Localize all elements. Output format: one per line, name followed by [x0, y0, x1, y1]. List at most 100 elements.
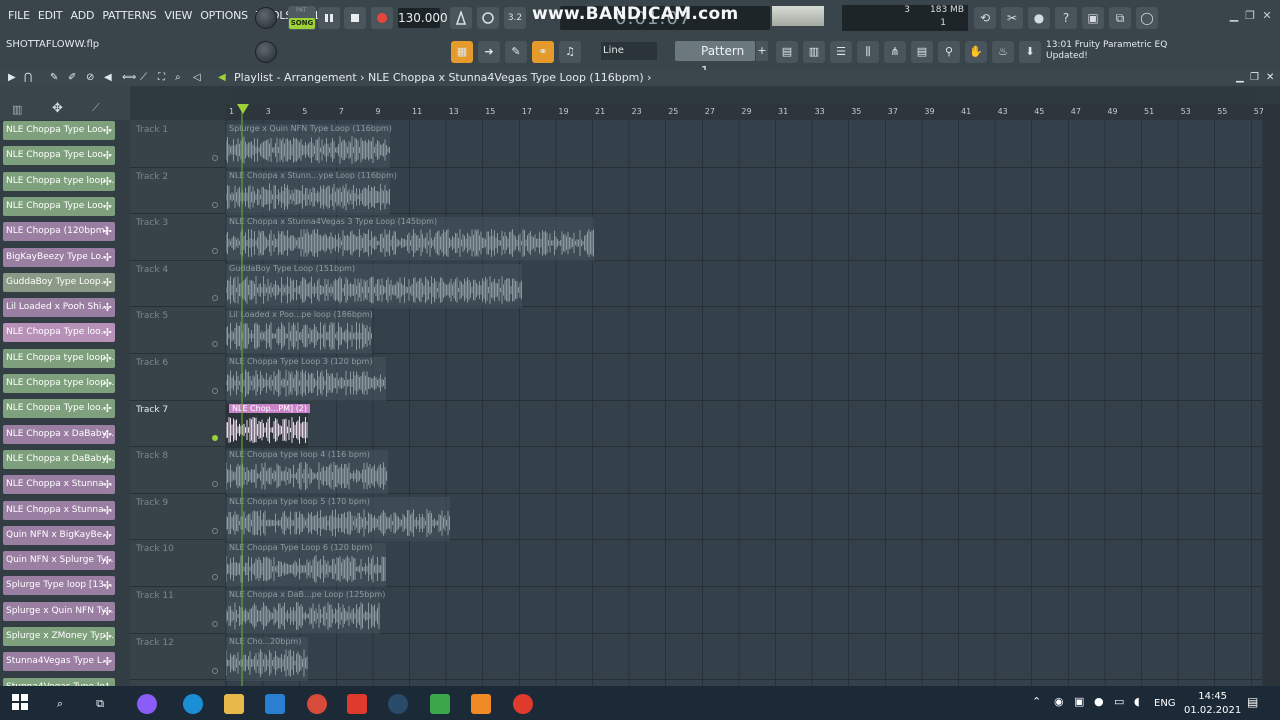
clip-list-item[interactable]: Splurge x ZMoney Typ... ✢ [3, 627, 115, 646]
draw-tool-icon[interactable]: ✎ [50, 72, 58, 83]
clip-list-item[interactable]: GuddaBoy Type Loop... ✢ [3, 272, 115, 292]
app-icon-1[interactable] [137, 694, 157, 714]
track-mute-toggle[interactable] [212, 388, 218, 394]
vertical-scrollbar[interactable] [1263, 104, 1280, 686]
mail-icon[interactable] [265, 694, 285, 714]
taskbar-search-button[interactable]: ⌕ [50, 694, 70, 714]
master-volume-knob[interactable] [255, 7, 277, 29]
audio-clip[interactable]: Lil Loaded x Poo...pe loop (186bpm) [226, 310, 373, 355]
slip-tool-icon[interactable]: ⟺ [122, 72, 136, 83]
microphone-button[interactable]: ● [1028, 7, 1050, 29]
restore-window-button[interactable]: ❐ [1243, 10, 1257, 22]
fl-studio-icon[interactable] [471, 694, 491, 714]
automation-icon[interactable]: ⟋ [92, 101, 100, 115]
clip-list-item[interactable]: NLE Choppa x Stunna... ✢ [3, 475, 115, 495]
track-name[interactable]: Track 6 [136, 358, 168, 368]
drag-clip-icon[interactable]: ✢ [103, 551, 112, 570]
drag-clip-icon[interactable]: ✢ [103, 146, 112, 165]
clips-icon[interactable]: ▥ [12, 103, 22, 116]
select-tool-icon[interactable]: ⛶ [158, 72, 165, 83]
magnet-icon[interactable]: ⋂ [24, 72, 32, 83]
audio-clip[interactable]: GuddaBoy Type Loop (151bpm) [226, 263, 522, 308]
countdown-button[interactable]: 3.2 [504, 7, 526, 29]
clip-list-item[interactable]: NLE Choppa x Stunna... ✢ [3, 500, 115, 520]
clip-list-item[interactable]: Splurge x Quin NFN Ty... ✢ [3, 601, 115, 621]
delete-tool-icon[interactable]: ⊘ [86, 72, 94, 83]
menu-item[interactable]: OPTIONS [196, 9, 252, 22]
playback-tool-icon[interactable]: ◁ [193, 72, 201, 83]
audio-clip[interactable]: NLE Choppa Type Loop 6 (120 bpm) [226, 543, 386, 588]
cut-tool-button[interactable]: ✂ [1001, 7, 1023, 29]
browser-button[interactable]: ▤ [911, 41, 933, 63]
plugin-button[interactable]: ⚲ [938, 41, 960, 63]
track-name[interactable]: Track 5 [136, 311, 168, 321]
plugin-picker-button[interactable]: ⧉ [1109, 7, 1131, 29]
pause-button[interactable] [318, 7, 340, 29]
edge-icon[interactable] [183, 694, 203, 714]
drag-clip-icon[interactable]: ✢ [103, 323, 112, 342]
volume-icon[interactable]: ◖ [1134, 695, 1140, 708]
clip-list-item[interactable]: BigKayBeezy Type Lo... ✢ [3, 247, 115, 267]
audio-clip[interactable]: NLE Choppa type loop 4 (116 bpm) [226, 450, 388, 495]
playlist-overview-scrollbar[interactable] [226, 90, 1262, 102]
audio-clip[interactable]: Splurge x Quin NFN Type Loop (116bpm) [226, 124, 392, 168]
track-name[interactable]: Track 11 [136, 591, 174, 601]
playlist-minimize-button[interactable]: ▁ [1236, 72, 1244, 83]
tray-expand-icon[interactable]: ⌃ [1032, 695, 1041, 708]
channel-rack-button[interactable]: ☰ [830, 41, 852, 63]
mixer-button[interactable]: ⫼ [857, 41, 879, 63]
drag-clip-icon[interactable]: ✢ [103, 399, 112, 418]
menu-item[interactable]: EDIT [34, 9, 67, 22]
track-name[interactable]: Track 8 [136, 451, 168, 461]
track-mute-toggle[interactable] [212, 527, 218, 534]
pattern-selector[interactable]: Pattern 1 [675, 41, 755, 78]
drag-clip-icon[interactable]: ✢ [103, 425, 112, 444]
drag-clip-icon[interactable]: ✢ [103, 222, 112, 241]
tray-icon-1[interactable]: ◉ [1054, 695, 1064, 708]
close-window-button[interactable]: ✕ [1260, 10, 1274, 22]
save-button[interactable]: ▣ [1082, 7, 1104, 29]
track-name[interactable]: Track 9 [136, 498, 168, 508]
clip-list-item[interactable]: NLE Choppa (120bpm) ✢ [3, 222, 115, 242]
drag-clip-icon[interactable]: ✢ [103, 349, 112, 368]
clip-list-item[interactable]: NLE Choppa x DaBaby... ✢ [3, 449, 115, 469]
clip-list-item[interactable]: NLE Choppa Type Loo... ✢ [3, 146, 115, 166]
render-button[interactable]: ♨ [992, 41, 1014, 63]
download-button[interactable]: ⬇ [1019, 41, 1041, 63]
steam-icon[interactable] [388, 694, 408, 714]
drag-clip-icon[interactable]: ✢ [103, 273, 112, 292]
chat-button[interactable]: ◯ [1136, 7, 1158, 29]
audio-clip[interactable]: NLE Choppa Type Loop 3 (120 bpm) [226, 357, 386, 401]
audio-clip[interactable]: NLE Choppa x Stunn...ype Loop (116bpm) [226, 170, 397, 215]
link-button[interactable]: ⚭ [532, 41, 554, 63]
clip-list-item[interactable]: NLE Choppa Type loo... ✢ [3, 323, 115, 343]
windows-start-button[interactable] [10, 694, 30, 714]
microphone-tray-icon[interactable]: ● [1094, 695, 1104, 708]
playlist-view-button[interactable]: ▤ [776, 41, 798, 63]
clip-list-item[interactable]: Splurge Type loop [13... ✢ [3, 576, 115, 596]
track-mute-toggle[interactable] [212, 155, 218, 161]
clip-list-item[interactable]: Stunna4Vegas Type L... ✢ [3, 652, 115, 672]
drag-clip-icon[interactable]: ✢ [103, 627, 112, 646]
clip-list-item[interactable]: Quin NFN x Splurge Ty... ✢ [3, 551, 115, 571]
drag-clip-icon[interactable]: ✢ [103, 248, 112, 267]
stop-button[interactable] [344, 7, 366, 29]
chrome-icon[interactable] [307, 694, 327, 714]
drag-clip-icon[interactable]: ✢ [103, 501, 112, 520]
clip-list-item[interactable]: NLE Choppa x DaBaby... ✢ [3, 424, 115, 444]
clip-list-item[interactable]: NLE Choppa type loop... ✢ [3, 374, 115, 393]
torrent-icon[interactable] [430, 694, 450, 714]
track-name[interactable]: Track 10 [136, 544, 174, 554]
clip-list-item[interactable]: NLE Choppa Type Loo... ✢ [3, 196, 115, 216]
pat-song-toggle[interactable]: PAT SONG [288, 6, 316, 30]
track-mute-toggle[interactable] [212, 621, 218, 627]
track-mute-toggle[interactable] [212, 434, 218, 441]
menu-item[interactable]: ADD [66, 9, 98, 22]
yandex-icon[interactable] [347, 694, 367, 714]
metronome-button[interactable] [450, 7, 472, 29]
bell-button[interactable]: ♫ [559, 41, 581, 63]
menu-item[interactable]: VIEW [160, 9, 196, 22]
bandicam-icon[interactable] [513, 694, 533, 714]
snap-selector[interactable]: Line [601, 42, 657, 60]
clip-list-item[interactable]: NLE Choppa Type loo... ✢ [3, 399, 115, 419]
